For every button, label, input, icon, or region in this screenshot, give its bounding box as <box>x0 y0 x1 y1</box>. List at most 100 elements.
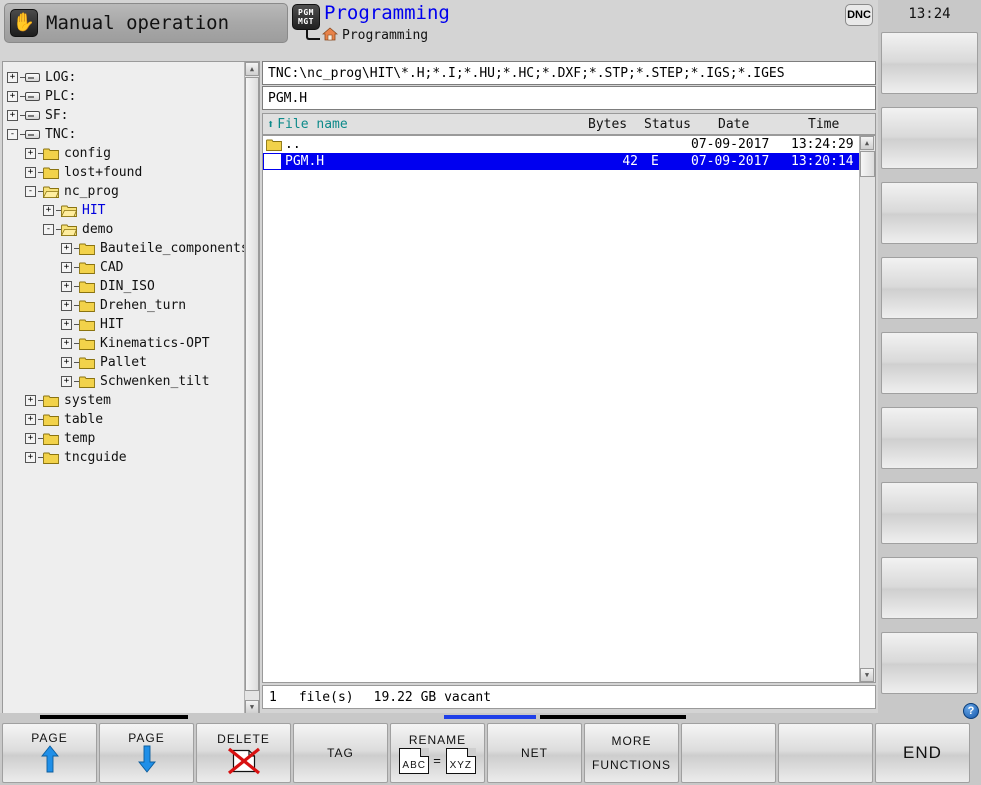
expand-icon[interactable]: + <box>61 262 72 273</box>
tree-item-label: system <box>64 393 111 408</box>
tree-item-sf-[interactable]: + SF: <box>7 106 244 125</box>
directory-tree-panel: + LOG: + PLC: + SF: - TNC: + config + lost+found - nc… <box>2 61 260 715</box>
vertical-softkey-6[interactable] <box>881 407 978 469</box>
vertical-softkey-9[interactable] <box>881 632 978 694</box>
collapse-icon[interactable]: - <box>7 129 18 140</box>
expand-icon[interactable]: + <box>61 281 72 292</box>
path-value: TNC:\nc_prog\HIT\*.H;*.I;*.HU;*.HC;*.DXF… <box>268 65 785 81</box>
expand-icon[interactable]: + <box>43 205 54 216</box>
table-row[interactable]: PGM.H 42 E 07-09-2017 13:20:14 <box>263 153 859 170</box>
vertical-softkey-4[interactable] <box>881 257 978 319</box>
expand-icon[interactable]: + <box>61 357 72 368</box>
expand-icon[interactable]: + <box>7 110 18 121</box>
tree-item-system[interactable]: + system <box>7 391 244 410</box>
tree-item-log-[interactable]: + LOG: <box>7 68 244 87</box>
tree-scroll-up-icon[interactable]: ▲ <box>245 62 259 76</box>
softkey-page-down[interactable]: PAGE <box>99 723 194 783</box>
column-file-name[interactable]: File name <box>277 117 347 132</box>
tree-scroll-thumb[interactable] <box>245 77 259 691</box>
expand-icon[interactable]: + <box>25 452 36 463</box>
expand-icon[interactable]: + <box>7 91 18 102</box>
dnc-button[interactable]: DNC <box>845 4 873 26</box>
pgm-mgt-icon[interactable]: PGM MGT <box>292 4 320 30</box>
file-scroll-thumb[interactable] <box>860 151 875 177</box>
folder-icon <box>79 318 95 331</box>
tree-item-pallet[interactable]: + Pallet <box>7 353 244 372</box>
softkey-delete[interactable]: DELETE <box>196 723 291 783</box>
expand-icon[interactable]: + <box>61 243 72 254</box>
tree-item-label: Drehen_turn <box>100 298 187 313</box>
vertical-softkey-3[interactable] <box>881 182 978 244</box>
tree-item-din-iso[interactable]: + DIN_ISO <box>7 277 244 296</box>
vertical-softkey-1[interactable] <box>881 32 978 94</box>
directory-tree[interactable]: + LOG: + PLC: + SF: - TNC: + config + lost+found - nc… <box>3 62 244 714</box>
folder-icon <box>43 166 59 179</box>
help-icon[interactable]: ? <box>963 703 979 719</box>
tree-scrollbar[interactable]: ▲ ▼ <box>244 62 259 714</box>
softkey-tag[interactable]: TAG <box>293 723 388 783</box>
tree-item-bauteile-components[interactable]: + Bauteile_components <box>7 239 244 258</box>
tree-item-plc-[interactable]: + PLC: <box>7 87 244 106</box>
path-field[interactable]: TNC:\nc_prog\HIT\*.H;*.I;*.HU;*.HC;*.DXF… <box>262 61 876 85</box>
column-time[interactable]: Time <box>808 117 839 132</box>
expand-icon[interactable]: + <box>25 433 36 444</box>
tree-scroll-down-icon[interactable]: ▼ <box>245 700 259 714</box>
mode-label: Manual operation <box>46 12 230 34</box>
expand-icon[interactable]: + <box>61 319 72 330</box>
mode-indicator[interactable]: ✋ Manual operation <box>4 3 288 43</box>
vertical-softkey-2[interactable] <box>881 107 978 169</box>
cell-file-name: .. <box>285 137 301 152</box>
softkey-net[interactable]: NET <box>487 723 582 783</box>
tree-item-hit[interactable]: + HIT <box>7 201 244 220</box>
table-row[interactable]: .. 07-09-2017 13:24:29 <box>263 136 859 153</box>
expand-icon[interactable]: + <box>25 395 36 406</box>
tree-item-lost-found[interactable]: + lost+found <box>7 163 244 182</box>
hand-icon: ✋ <box>10 9 38 37</box>
tree-item-config[interactable]: + config <box>7 144 244 163</box>
sort-arrow-icon[interactable]: ⬆ <box>267 117 274 131</box>
file-manager-panel: TNC:\nc_prog\HIT\*.H;*.I;*.HU;*.HC;*.DXF… <box>262 61 876 715</box>
expand-icon[interactable]: + <box>61 300 72 311</box>
softkey-empty-2[interactable] <box>778 723 873 783</box>
softkey-end[interactable]: END <box>875 723 970 783</box>
softkey-label: TAG <box>327 746 354 760</box>
softkey-more-functions[interactable]: MORE FUNCTIONS <box>584 723 679 783</box>
expand-icon[interactable]: + <box>7 72 18 83</box>
column-bytes[interactable]: Bytes <box>588 117 627 132</box>
expand-icon[interactable]: + <box>61 376 72 387</box>
file-list[interactable]: .. 07-09-2017 13:24:29 PGM.H 42 E 07-09-2017 13… <box>262 135 876 683</box>
expand-icon[interactable]: + <box>25 167 36 178</box>
file-scroll-down-icon[interactable]: ▼ <box>860 668 874 682</box>
file-list-scrollbar[interactable]: ▲ ▼ <box>859 136 875 682</box>
tree-item-temp[interactable]: + temp <box>7 429 244 448</box>
column-status[interactable]: Status <box>644 117 691 132</box>
vertical-softkey-7[interactable] <box>881 482 978 544</box>
tree-item-kinematics-opt[interactable]: + Kinematics-OPT <box>7 334 244 353</box>
expand-icon[interactable]: + <box>25 148 36 159</box>
tree-item-demo[interactable]: - demo <box>7 220 244 239</box>
softkey-empty-1[interactable] <box>681 723 776 783</box>
expand-icon[interactable]: + <box>25 414 36 425</box>
vertical-softkey-8[interactable] <box>881 557 978 619</box>
row-select-box[interactable] <box>264 154 281 169</box>
tree-item-drehen-turn[interactable]: + Drehen_turn <box>7 296 244 315</box>
collapse-icon[interactable]: - <box>43 224 54 235</box>
softkey-page-up[interactable]: PAGE <box>2 723 97 783</box>
column-date[interactable]: Date <box>718 117 749 132</box>
tree-item-tncguide[interactable]: + tncguide <box>7 448 244 467</box>
tree-item-hit[interactable]: + HIT <box>7 315 244 334</box>
vertical-softkey-5[interactable] <box>881 332 978 394</box>
tree-item-nc-prog[interactable]: - nc_prog <box>7 182 244 201</box>
softkey-rename[interactable]: RENAME ABC = XYZ <box>390 723 485 783</box>
filename-field[interactable]: PGM.H <box>262 86 876 110</box>
arrow-up-icon <box>40 744 59 776</box>
file-scroll-up-icon[interactable]: ▲ <box>860 136 874 150</box>
tree-item-table[interactable]: + table <box>7 410 244 429</box>
drive-icon <box>25 73 40 82</box>
tree-item-tnc-[interactable]: - TNC: <box>7 125 244 144</box>
collapse-icon[interactable]: - <box>25 186 36 197</box>
tree-item-cad[interactable]: + CAD <box>7 258 244 277</box>
folder-icon <box>79 356 95 369</box>
expand-icon[interactable]: + <box>61 338 72 349</box>
tree-item-schwenken-tilt[interactable]: + Schwenken_tilt <box>7 372 244 391</box>
